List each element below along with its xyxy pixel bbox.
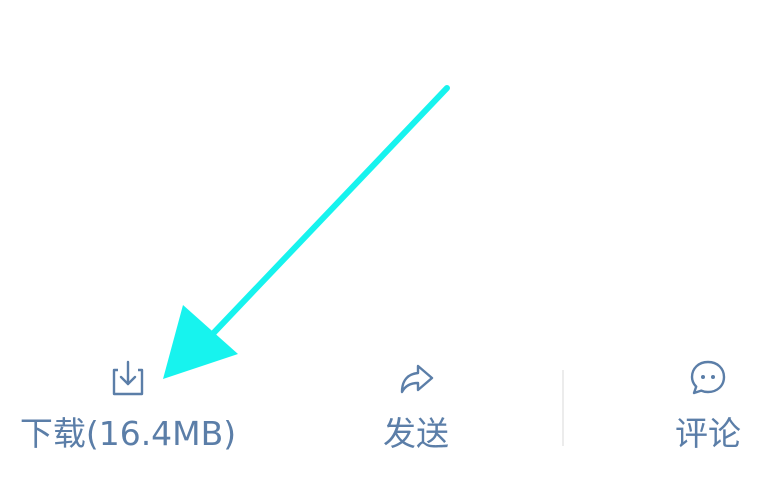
download-icon [105, 355, 151, 401]
comment-button[interactable]: 评论 [660, 355, 756, 455]
send-button[interactable]: 发送 [368, 355, 464, 455]
comment-label: 评论 [675, 414, 741, 453]
download-label: 下载(16.4MB) [19, 414, 237, 453]
share-sheet-screen: 下载(16.4MB) 发送 评论 [0, 0, 773, 479]
chat-bubble-icon [685, 355, 731, 401]
send-label: 发送 [383, 414, 449, 453]
toolbar-divider [562, 370, 564, 446]
download-button[interactable]: 下载(16.4MB) [18, 355, 238, 455]
share-arrow-icon [393, 355, 439, 401]
bottom-action-toolbar: 下载(16.4MB) 发送 评论 [0, 300, 773, 479]
